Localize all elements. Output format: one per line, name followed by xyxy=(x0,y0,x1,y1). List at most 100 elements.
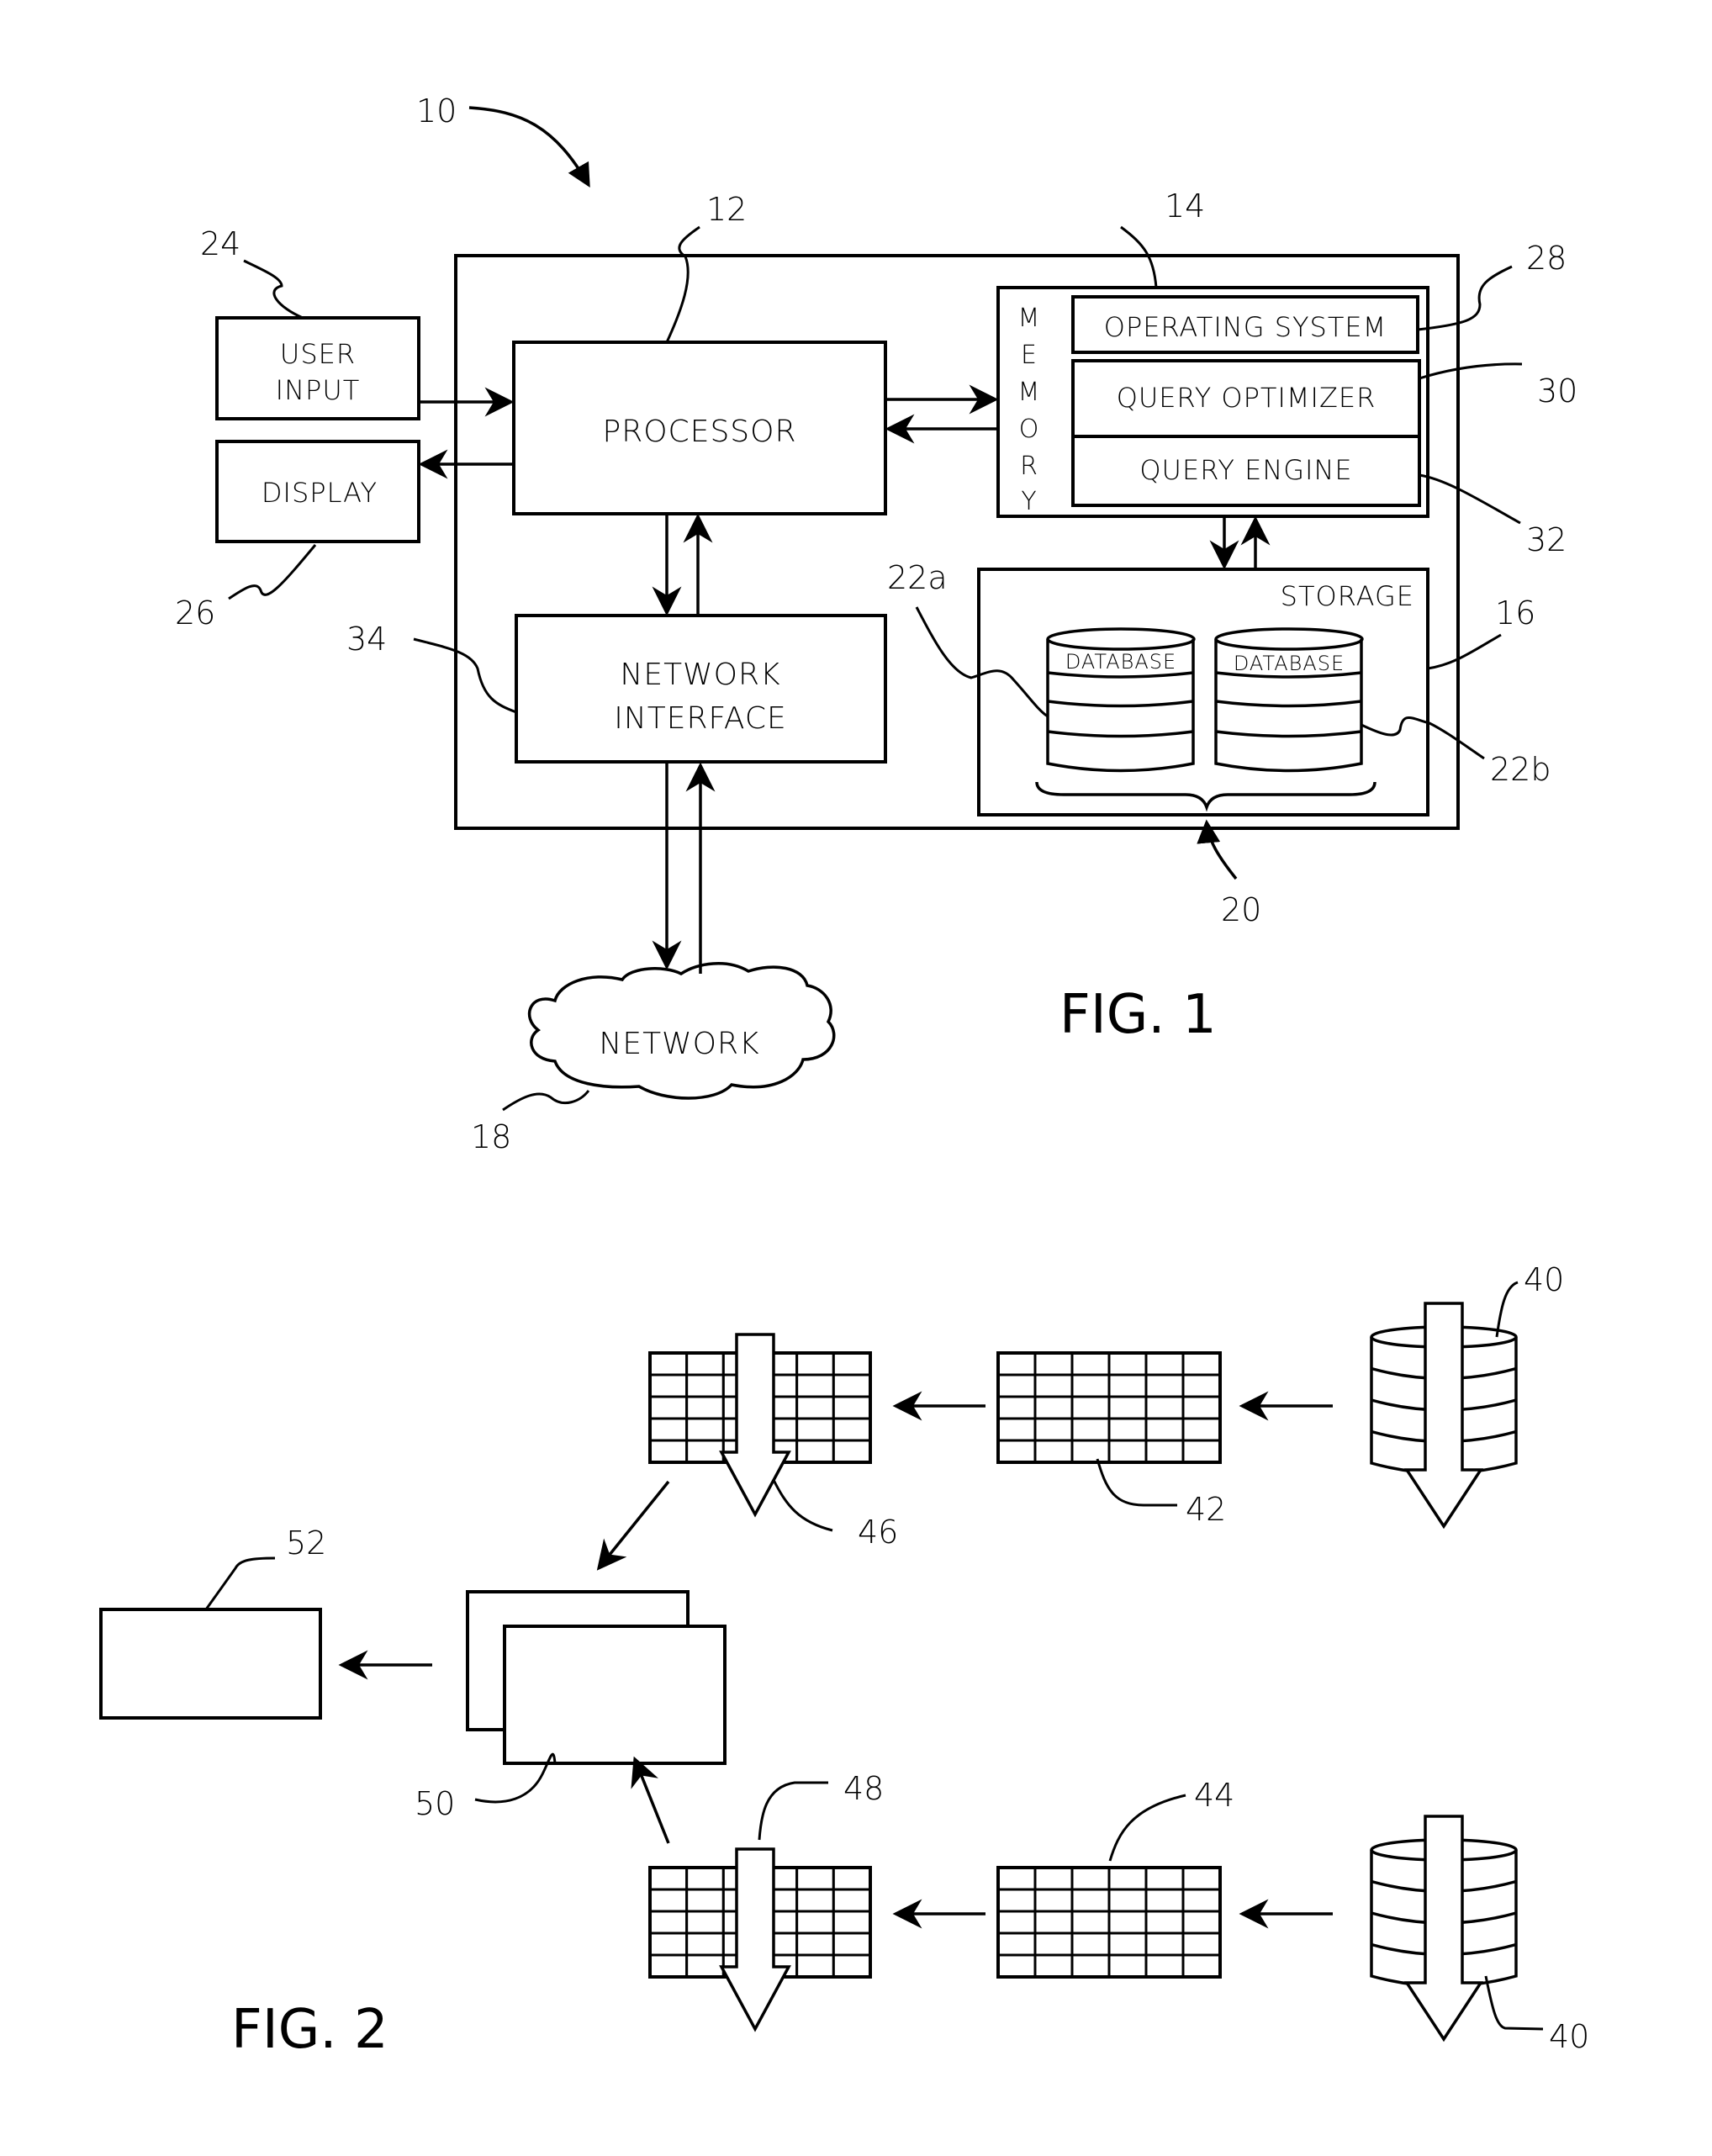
grid-cell xyxy=(685,1439,725,1464)
grid-cell xyxy=(1144,1373,1185,1398)
grid-cell xyxy=(1144,1931,1185,1957)
filtered-table-46[interactable] xyxy=(648,1333,872,1518)
grid-cell xyxy=(648,1866,689,1891)
grid-cell xyxy=(648,1439,689,1464)
table-44[interactable] xyxy=(996,1866,1222,1979)
query-optimizer-label: QUERY OPTIMIZER xyxy=(1117,382,1376,414)
grid-cell xyxy=(1107,1888,1148,1913)
grid-cell xyxy=(1181,1910,1222,1935)
grid-cell xyxy=(1107,1417,1148,1442)
ref-46: 46 xyxy=(858,1514,898,1551)
grid-cell xyxy=(1033,1395,1074,1420)
grid-cell xyxy=(1181,1866,1222,1891)
grid-cell xyxy=(795,1417,835,1442)
grid-cell xyxy=(832,1910,872,1935)
grid-cell xyxy=(1070,1395,1111,1420)
leader-46 xyxy=(772,1479,833,1532)
grid-cell xyxy=(1033,1888,1074,1913)
grid-cell xyxy=(1070,1439,1111,1464)
memory-letter-2: E xyxy=(1021,341,1038,370)
ref-44: 44 xyxy=(1194,1777,1234,1814)
grid-cell xyxy=(996,1373,1037,1398)
grid-cell xyxy=(1144,1417,1185,1442)
database-22a-label: DATABASE xyxy=(1065,650,1176,674)
grid-cell xyxy=(832,1395,872,1420)
grid-cell xyxy=(1107,1931,1148,1957)
operating-system-label: OPERATING SYSTEM xyxy=(1104,311,1387,343)
fig2-caption: FIG. 2 xyxy=(231,1999,388,2061)
network-interface-block[interactable]: NETWORK INTERFACE xyxy=(515,614,887,764)
grid-cell xyxy=(832,1373,872,1398)
grid-cell xyxy=(1033,1351,1074,1377)
grid-cell xyxy=(1070,1373,1111,1398)
network-cloud[interactable]: NETWORK xyxy=(528,962,836,1100)
grid-cell xyxy=(1070,1953,1111,1979)
user-input-label-line2: INPUT xyxy=(276,374,361,406)
grid-cell xyxy=(996,1888,1037,1913)
arrow-table46-to-results xyxy=(596,1480,670,1571)
table-42[interactable] xyxy=(996,1351,1222,1464)
leader-26 xyxy=(228,544,317,600)
grid-cell xyxy=(1070,1866,1111,1891)
query-engine-block[interactable]: QUERY ENGINE xyxy=(1071,435,1421,507)
grid-cell xyxy=(1107,1866,1148,1891)
grid-cell xyxy=(685,1931,725,1957)
grid-cell xyxy=(685,1417,725,1442)
grid-cell xyxy=(685,1351,725,1377)
database-40-bottom[interactable] xyxy=(1370,1815,1518,2042)
ref-42: 42 xyxy=(1186,1491,1226,1528)
processor-block[interactable]: PROCESSOR xyxy=(512,341,887,515)
network-interface-label-line2: INTERFACE xyxy=(614,701,787,736)
grid-cell xyxy=(795,1953,835,1979)
grid-cell xyxy=(648,1351,689,1377)
memory-letter-1: M xyxy=(1018,304,1041,333)
operating-system-block[interactable]: OPERATING SYSTEM xyxy=(1071,295,1419,354)
grid-cell xyxy=(1181,1417,1222,1442)
grid-cell xyxy=(996,1395,1037,1420)
grid-cell xyxy=(1107,1395,1148,1420)
grid-cell xyxy=(648,1395,689,1420)
grid-cell xyxy=(996,1351,1037,1377)
grid-cell xyxy=(1070,1417,1111,1442)
display-block[interactable]: DISPLAY xyxy=(215,440,420,543)
query-optimizer-block[interactable]: QUERY OPTIMIZER xyxy=(1071,359,1421,438)
system-pointer-arrow xyxy=(468,106,590,188)
grid-cell xyxy=(832,1417,872,1442)
figure-1: 10 PROCESSOR 12 USER INPUT 24 DISPLAY 26 xyxy=(175,92,1577,1155)
grid-cell xyxy=(685,1953,725,1979)
ref-26: 26 xyxy=(175,594,215,631)
storage-label: STORAGE xyxy=(1281,580,1414,612)
filtered-table-48[interactable] xyxy=(648,1847,872,2032)
leader-48 xyxy=(758,1781,828,1841)
grid-cell xyxy=(1107,1910,1148,1935)
ref-16: 16 xyxy=(1495,594,1535,631)
ref-28: 28 xyxy=(1526,240,1567,277)
grid-cell xyxy=(1144,1439,1185,1464)
database-40-top[interactable] xyxy=(1370,1302,1518,1530)
leader-24 xyxy=(243,259,304,320)
grid-cell xyxy=(648,1373,689,1398)
grid-cell xyxy=(996,1439,1037,1464)
grid-cell xyxy=(685,1866,725,1891)
ref-40-top: 40 xyxy=(1524,1261,1564,1298)
grid-cell xyxy=(795,1395,835,1420)
processor-label: PROCESSOR xyxy=(603,415,797,449)
grid-cell xyxy=(1144,1351,1185,1377)
grid-cell xyxy=(1181,1953,1222,1979)
grid-cell xyxy=(832,1953,872,1979)
user-input-block[interactable]: USER INPUT xyxy=(215,316,420,420)
query-engine-label: QUERY ENGINE xyxy=(1139,454,1352,486)
output-52[interactable] xyxy=(99,1608,322,1720)
grid-cell xyxy=(1107,1351,1148,1377)
leader-44 xyxy=(1108,1794,1186,1862)
grid-cell xyxy=(1181,1931,1222,1957)
grid-cell xyxy=(1070,1888,1111,1913)
grid-cell xyxy=(832,1439,872,1464)
ref-50: 50 xyxy=(415,1785,455,1822)
grid-cell xyxy=(1144,1866,1185,1891)
leader-18 xyxy=(502,1090,590,1112)
leader-20 xyxy=(1197,819,1238,880)
grid-cell xyxy=(1144,1910,1185,1935)
network-label: NETWORK xyxy=(599,1027,759,1061)
results-50[interactable] xyxy=(466,1590,727,1765)
